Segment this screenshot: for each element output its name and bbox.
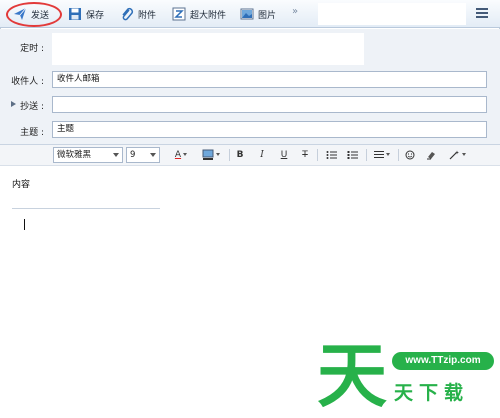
to-field[interactable]: 收件人邮箱 (52, 71, 487, 88)
text-caret (24, 219, 25, 230)
cc-label[interactable]: 抄送 : (4, 99, 44, 112)
timer-field[interactable] (52, 33, 364, 65)
picture-label: 图片 (258, 10, 277, 21)
underline-button[interactable]: U (278, 148, 290, 162)
site-url: www.TTzip.com (392, 352, 494, 370)
magic-wand-icon (449, 150, 459, 159)
font-family-value: 微软雅黑 (57, 150, 92, 160)
save-label: 保存 (86, 10, 105, 21)
site-logo: 天 (317, 336, 387, 410)
clear-format-button[interactable] (425, 148, 437, 162)
send-highlight-circle (6, 2, 62, 27)
signature-divider (12, 208, 160, 209)
large-attachment-icon (172, 7, 186, 21)
numbered-list-button[interactable] (345, 148, 359, 162)
timer-label: 定时 : (20, 44, 44, 54)
font-color-glyph: A (174, 150, 182, 160)
highlight-color-button[interactable] (199, 148, 223, 162)
font-color-button[interactable]: A (170, 148, 192, 162)
save-icon (69, 8, 81, 20)
site-logo-glyph: 天 (317, 336, 387, 410)
menu-icon[interactable] (476, 8, 488, 20)
paperclip-icon (122, 7, 134, 21)
large-attachment-label: 超大附件 (190, 10, 227, 21)
to-label: 收件人 : (11, 77, 44, 87)
picture-icon (240, 8, 254, 20)
format-separator (366, 149, 367, 161)
font-family-select[interactable]: 微软雅黑 (53, 147, 123, 163)
highlight-icon (202, 149, 214, 160)
bullet-list-icon (326, 150, 337, 159)
font-size-select[interactable]: 9 (126, 147, 160, 163)
more-tools-button[interactable]: » (292, 6, 298, 17)
save-button[interactable]: 保存 (68, 4, 104, 24)
subject-field[interactable]: 主题 (52, 121, 487, 138)
picture-button[interactable]: 图片 (240, 4, 276, 24)
eraser-icon (427, 151, 435, 159)
format-toolbar: 微软雅黑 9 A B I U T (0, 145, 500, 166)
emoji-icon (405, 150, 415, 159)
format-separator (229, 149, 230, 161)
toolbar-blank-area (318, 3, 466, 25)
align-button[interactable] (371, 148, 393, 162)
format-separator (317, 149, 318, 161)
font-size-value: 9 (130, 150, 136, 160)
subject-label: 主题 : (20, 128, 44, 138)
large-attachment-button[interactable]: 超大附件 (172, 4, 226, 24)
bold-button[interactable]: B (234, 148, 246, 162)
compose-toolbar: 发送 保存 附件 超大附件 图片 » (0, 0, 500, 28)
cc-field[interactable] (52, 96, 487, 113)
attachment-button[interactable]: 附件 (120, 4, 156, 24)
align-icon (374, 151, 384, 158)
site-name: 天下载 (394, 382, 470, 404)
attachment-label: 附件 (138, 10, 157, 21)
mail-header-form: 定时 : 收件人 : 收件人邮箱 抄送 : 主题 : 主题 (0, 29, 500, 145)
numbered-list-icon (347, 150, 358, 159)
format-separator (398, 149, 399, 161)
magic-tools-button[interactable] (446, 148, 468, 162)
italic-button[interactable]: I (256, 148, 268, 162)
emoji-button[interactable] (404, 148, 416, 162)
editor-content-text[interactable]: 内容 (12, 177, 30, 190)
bullet-list-button[interactable] (324, 148, 338, 162)
strikethrough-button[interactable]: T (299, 148, 311, 162)
